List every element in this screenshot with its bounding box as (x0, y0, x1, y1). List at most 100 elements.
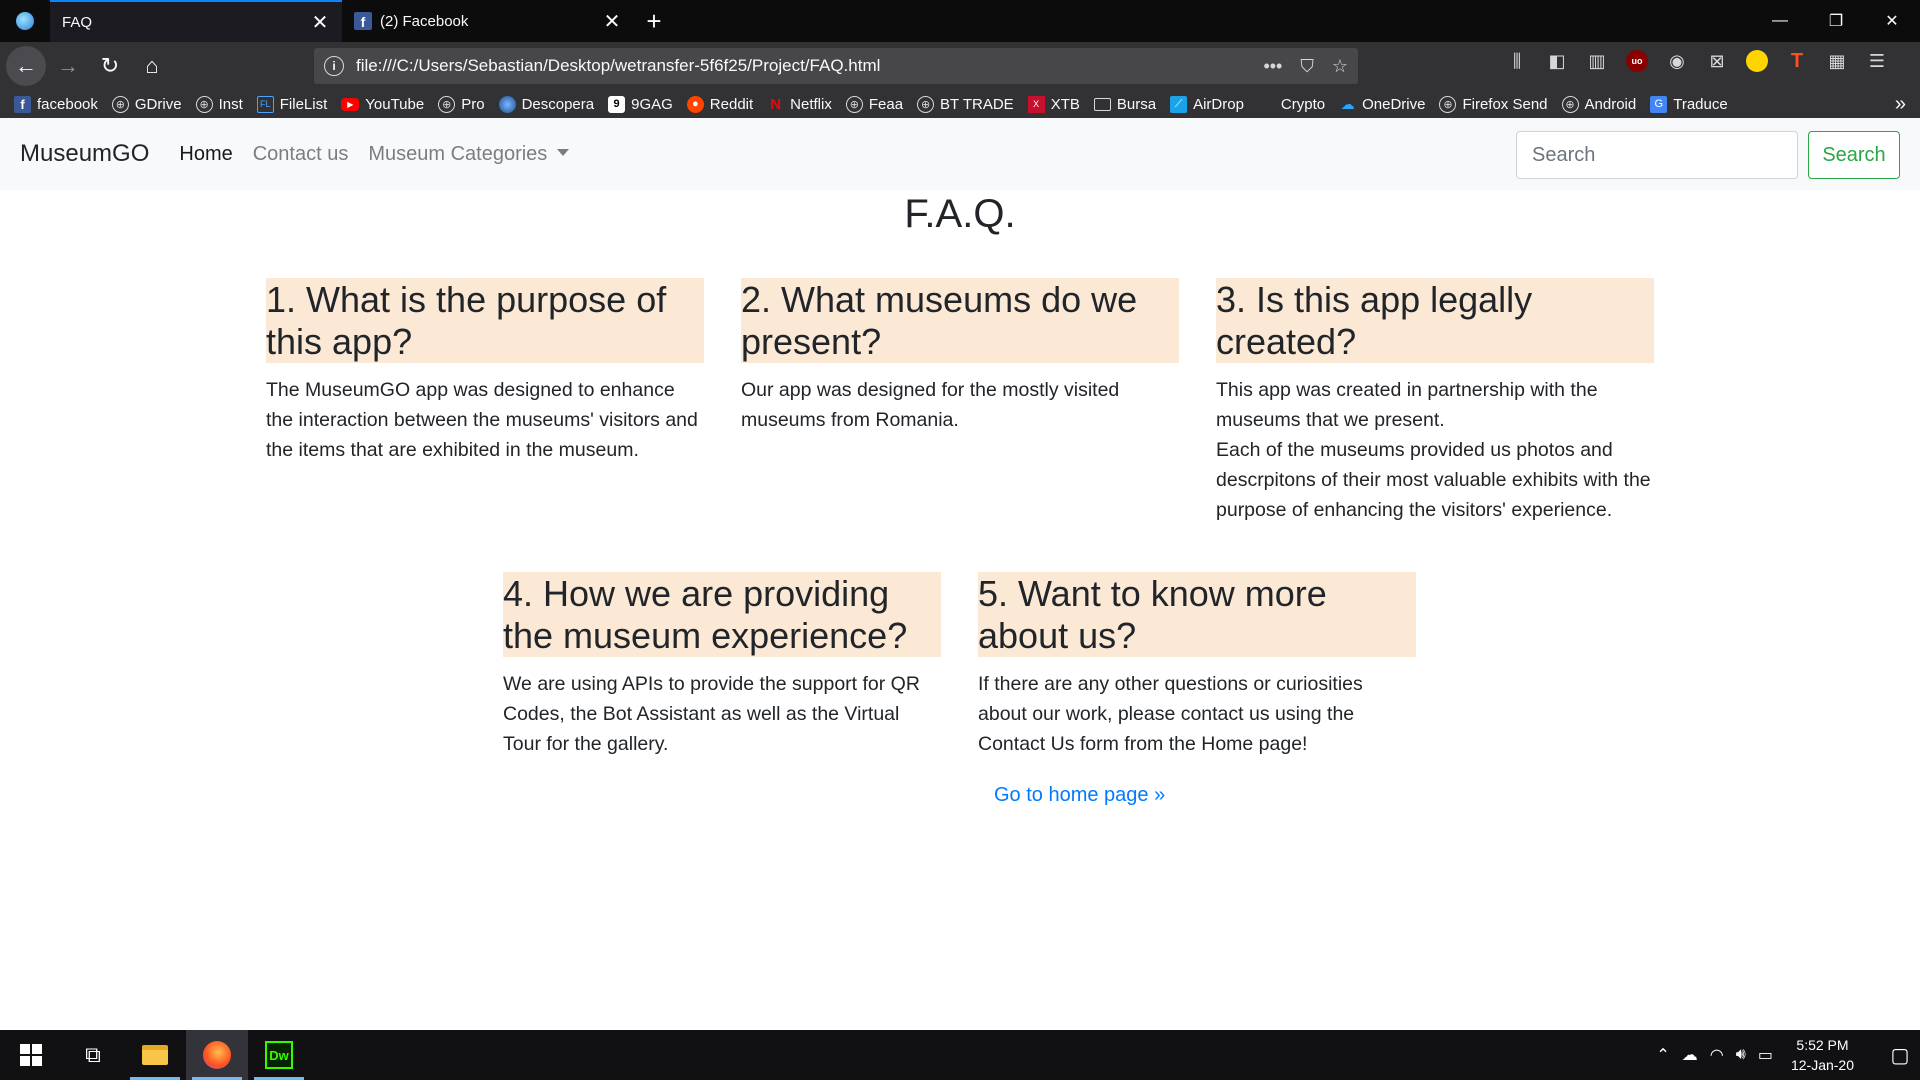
site-info-icon[interactable]: i (324, 56, 344, 76)
netflix-icon: N (770, 95, 782, 113)
taskbar-firefox[interactable] (186, 1030, 248, 1080)
bookmark-label: OneDrive (1362, 95, 1426, 113)
bookmark-airdrop[interactable]: ⟋ AirDrop (1170, 95, 1244, 113)
youtube-icon: ▶ (341, 97, 360, 111)
xtb-icon: X (1027, 95, 1045, 113)
taskbar-file-explorer[interactable] (124, 1030, 186, 1080)
windows-icon (20, 1044, 42, 1066)
bookmark-reddit[interactable]: ● Reddit (686, 95, 754, 113)
bookmark-bt-trade[interactable]: ⊕ BT TRADE (917, 95, 1014, 113)
task-view-icon: ⧉ (85, 1042, 101, 1067)
home-button[interactable]: ⌂ (132, 46, 172, 86)
bookmark-onedrive[interactable]: ☁ OneDrive (1339, 95, 1426, 113)
faq-answer: If there are any other questions or curi… (978, 673, 1363, 755)
bookmark-crypto[interactable]: Crypto (1258, 96, 1325, 113)
reload-button[interactable]: ↻ (90, 46, 130, 86)
account-icon[interactable]: ◉ (1666, 50, 1688, 72)
dropdown-label: Museum Categories (368, 142, 548, 165)
window-controls: — ❐ ✕ (1752, 0, 1920, 42)
new-tab-button[interactable]: + (634, 0, 674, 42)
wifi-icon[interactable]: ◠ (1710, 1045, 1724, 1065)
taskbar-dreamweaver[interactable]: Dw (248, 1030, 310, 1080)
globe-icon: ⊕ (111, 95, 129, 113)
globe-icon: ⊕ (917, 95, 935, 113)
back-button[interactable]: ← (6, 46, 46, 86)
bookmark-label: Reddit (709, 95, 754, 113)
caret-down-icon (557, 148, 570, 156)
bookmark-bursa[interactable]: Bursa (1093, 96, 1156, 113)
bookmark-xtb[interactable]: X XTB (1027, 95, 1080, 113)
bookmark-star-icon[interactable]: ☆ (1332, 56, 1348, 77)
sidebar-icon[interactable]: ◧ (1546, 50, 1568, 72)
bookmark-facebook[interactable]: f facebook (14, 95, 98, 113)
blocker-icon[interactable]: ⊠ (1706, 50, 1728, 72)
minimize-icon[interactable]: — (1752, 0, 1808, 42)
bookmark-filelist[interactable]: FL FileList (256, 95, 327, 113)
faq-answer: We are using APIs to provide the support… (503, 673, 920, 755)
site-brand[interactable]: MuseumGO (20, 140, 149, 168)
bookmark-pro[interactable]: ⊕ Pro (438, 95, 485, 113)
bookmark-inst[interactable]: ⊕ Inst (195, 95, 243, 113)
tab-facebook[interactable]: f (2) Facebook ✕ (342, 0, 634, 42)
faq-question: 4. How we are providing the museum exper… (503, 572, 941, 657)
volume-icon[interactable]: 🔊︎ (1736, 1046, 1746, 1064)
battery-icon[interactable]: ▭ (1758, 1045, 1773, 1065)
tab-faq[interactable]: FAQ ✕ (50, 0, 342, 42)
cloud-icon: ☁ (1340, 95, 1355, 112)
globe-icon: ⊕ (845, 95, 863, 113)
task-view-button[interactable]: ⧉ (62, 1030, 124, 1080)
bookmark-traduce[interactable]: G Traduce (1650, 95, 1728, 113)
system-tray: ⌃ ☁ ◠ 🔊︎ ▭ 5:52 PM 12-Jan-20 ▢ (1656, 1035, 1920, 1075)
bookmark-descopera[interactable]: Descopera (498, 95, 594, 113)
faq-question: 1. What is the purpose of this app? (266, 278, 704, 363)
nav-contact-link[interactable]: Contact us (253, 143, 349, 166)
extensions-icon[interactable]: ▦ (1826, 50, 1848, 72)
close-window-icon[interactable]: ✕ (1864, 0, 1920, 42)
extension-t-icon[interactable]: T (1786, 50, 1808, 72)
taskbar: ⧉ Dw ⌃ ☁ ◠ 🔊︎ ▭ 5:52 PM 12-Jan-20 ▢ (0, 1030, 1920, 1080)
bookmark-label: GDrive (134, 95, 182, 113)
bookmark-netflix[interactable]: N Netflix (767, 96, 832, 113)
forward-button[interactable]: → (48, 46, 88, 86)
clock[interactable]: 5:52 PM 12-Jan-20 (1791, 1035, 1854, 1075)
web-page: MuseumGO Home Contact us Museum Categori… (0, 118, 1920, 1030)
search-button[interactable]: Search (1808, 131, 1900, 179)
descopera-icon (498, 95, 516, 113)
nav-categories-dropdown[interactable]: Museum Categories (368, 142, 570, 166)
bookmark-android[interactable]: ⊕ Android (1561, 95, 1636, 113)
bookmark-9gag[interactable]: 9 9GAG (608, 95, 673, 113)
library-icon[interactable]: ⫼ (1506, 50, 1528, 72)
start-button[interactable] (0, 1030, 62, 1080)
pocket-icon[interactable]: ⛉ (1300, 56, 1314, 77)
extension-yellow-icon[interactable] (1746, 50, 1768, 72)
menu-icon[interactable]: ☰ (1866, 50, 1888, 72)
bookmark-feaa[interactable]: ⊕ Feaa (845, 95, 903, 113)
chevron-up-icon[interactable]: ⌃ (1656, 1045, 1669, 1065)
bookmark-label: facebook (37, 95, 98, 113)
faq-question: 2. What museums do we present? (741, 278, 1179, 363)
onedrive-icon[interactable]: ☁ (1682, 1045, 1698, 1065)
nav-home-link[interactable]: Home (179, 143, 232, 166)
page-actions-icon[interactable]: ••• (1263, 56, 1282, 77)
ublock-icon[interactable]: uo (1626, 50, 1648, 72)
bookmark-gdrive[interactable]: ⊕ GDrive (111, 95, 182, 113)
search-input[interactable] (1516, 131, 1798, 179)
firefox-icon (0, 0, 50, 42)
faq-answer-line: Each of the museums provided us photos a… (1216, 439, 1651, 521)
go-home-link[interactable]: Go to home page » (994, 784, 1165, 807)
barcode-icon[interactable]: ▥ (1586, 50, 1608, 72)
translate-icon: G (1650, 95, 1668, 113)
chevron-right-icon[interactable]: » (1895, 93, 1906, 116)
tab-title: (2) Facebook (380, 12, 469, 30)
notification-icon[interactable]: ▢ (1880, 1043, 1920, 1068)
faq-answer: The MuseumGO app was designed to enhance… (266, 379, 698, 461)
bookmark-label: 9GAG (631, 95, 673, 113)
bookmark-label: YouTube (365, 95, 425, 113)
url-text[interactable]: file:///C:/Users/Sebastian/Desktop/wetra… (356, 56, 1263, 76)
restore-icon[interactable]: ❐ (1808, 0, 1864, 42)
close-tab-icon[interactable]: ✕ (602, 9, 622, 34)
bookmark-firefox-send[interactable]: ⊕ Firefox Send (1439, 95, 1548, 113)
url-bar[interactable]: i file:///C:/Users/Sebastian/Desktop/wet… (314, 48, 1358, 84)
close-tab-icon[interactable]: ✕ (310, 10, 330, 35)
bookmark-youtube[interactable]: ▶ YouTube (341, 96, 424, 113)
